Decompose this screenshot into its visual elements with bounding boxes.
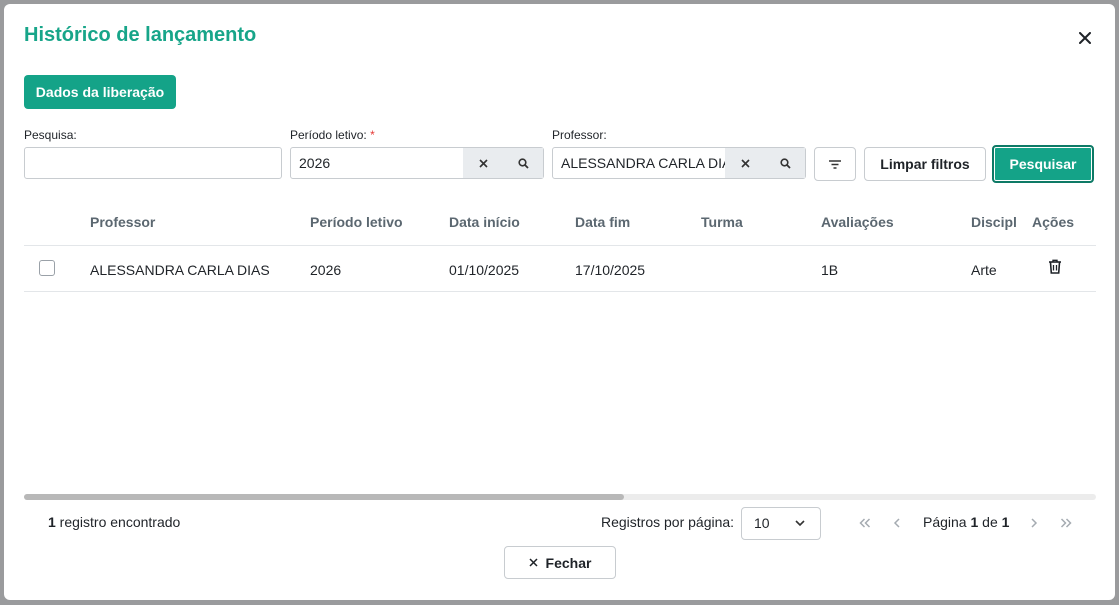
per-page-label: Registros por página: — [601, 514, 735, 530]
clear-filters-button[interactable]: Limpar filtros — [864, 147, 986, 181]
period-search-button[interactable] — [503, 148, 543, 178]
prev-page-button[interactable] — [888, 514, 906, 532]
close-icon — [1079, 32, 1091, 44]
clear-icon — [740, 158, 750, 168]
clear-icon — [478, 158, 488, 168]
page-of: de — [978, 514, 1002, 530]
cell-period: 2026 — [310, 262, 342, 278]
period-input-value: 2026 — [299, 155, 331, 171]
column-actions: Ações — [1032, 214, 1075, 230]
cell-end-date: 17/10/2025 — [575, 262, 646, 278]
double-chevron-left-icon — [859, 518, 871, 528]
close-button[interactable] — [1075, 28, 1095, 48]
launch-history-modal: Histórico de lançamento Dados da liberaç… — [4, 4, 1115, 600]
page-total: 1 — [1001, 514, 1010, 530]
teacher-label: Professor: — [552, 128, 607, 142]
cell-start-date: 01/10/2025 — [449, 262, 520, 278]
page-indicator: Página 1 de 1 — [923, 514, 1009, 530]
per-page-value: 10 — [754, 515, 770, 531]
close-dialog-label: Fechar — [545, 554, 592, 571]
double-chevron-right-icon — [1060, 518, 1072, 528]
scrollbar-thumb[interactable] — [24, 494, 624, 500]
row-divider — [24, 291, 1096, 292]
cell-professor: ALESSANDRA CARLA DIAS — [90, 262, 270, 278]
chevron-left-icon — [893, 518, 900, 528]
column-period[interactable]: Período letivo — [310, 214, 403, 230]
close-icon — [529, 558, 538, 567]
period-clear-button[interactable] — [463, 148, 503, 178]
next-page-button[interactable] — [1025, 514, 1043, 532]
column-end-date[interactable]: Data fim — [575, 214, 630, 230]
search-input[interactable] — [24, 147, 282, 179]
column-start-date[interactable]: Data início — [449, 214, 520, 230]
search-label: Pesquisa: — [24, 128, 77, 142]
search-icon — [779, 157, 791, 169]
release-data-button[interactable]: Dados da liberação — [24, 75, 176, 109]
required-mark: * — [370, 128, 375, 142]
column-evaluations[interactable]: Avaliações — [821, 214, 894, 230]
teacher-search-button[interactable] — [765, 148, 805, 178]
modal-title: Histórico de lançamento — [24, 24, 257, 46]
records-count: 1 — [48, 514, 56, 530]
last-page-button[interactable] — [1057, 514, 1075, 532]
close-dialog-button[interactable]: Fechar — [504, 546, 616, 579]
page-prefix: Página — [923, 514, 971, 530]
first-page-button[interactable] — [856, 514, 874, 532]
teacher-clear-button[interactable] — [725, 148, 765, 178]
chevron-right-icon — [1031, 518, 1038, 528]
row-checkbox[interactable] — [39, 260, 55, 276]
teacher-input-value: ALESSANDRA CARLA DIAS — [561, 155, 725, 171]
period-label-text: Período letivo: — [290, 128, 367, 142]
delete-button[interactable] — [1048, 259, 1064, 275]
chevron-down-icon — [795, 520, 805, 527]
cell-evaluations: 1B — [821, 262, 839, 278]
column-class[interactable]: Turma — [701, 214, 743, 230]
column-subject[interactable]: Discipli — [971, 214, 1017, 230]
filter-button[interactable] — [814, 147, 856, 181]
period-input[interactable]: 2026 — [290, 147, 544, 179]
search-icon — [517, 157, 529, 169]
filter-icon — [829, 159, 841, 169]
records-found: 1 registro encontrado — [48, 514, 180, 530]
teacher-input[interactable]: ALESSANDRA CARLA DIAS — [552, 147, 806, 179]
per-page-select[interactable]: 10 — [741, 507, 821, 540]
column-professor[interactable]: Professor — [90, 214, 155, 230]
search-submit-button[interactable]: Pesquisar — [992, 145, 1094, 183]
trash-icon — [1049, 259, 1061, 274]
records-label: registro encontrado — [55, 514, 181, 530]
header-divider — [24, 245, 1096, 246]
cell-subject: Arte — [971, 262, 997, 278]
period-label: Período letivo: * — [290, 128, 375, 142]
